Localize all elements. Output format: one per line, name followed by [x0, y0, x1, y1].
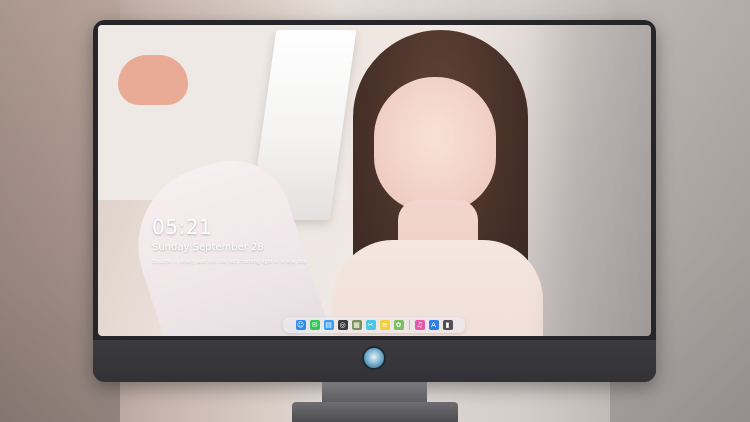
monitor-stand-neck	[322, 382, 427, 404]
lock-clock: 05:21	[152, 215, 213, 239]
monitor: 05:21 Sunday September 28 Breathe in slo…	[93, 20, 656, 382]
desktop-background: 05:21 Sunday September 28 Breathe in slo…	[0, 0, 750, 422]
screen: 05:21 Sunday September 28 Breathe in slo…	[98, 25, 651, 336]
dock: ☺ ✉ ▤ ◎ ▦ ✂ ≡ ✿ ♫ A ▮	[283, 317, 465, 333]
wallpaper-object	[118, 55, 188, 105]
dock-separator	[408, 320, 410, 330]
preview-icon[interactable]: ▦	[351, 320, 362, 330]
itunes-icon[interactable]: ♫	[414, 320, 425, 330]
clapper-icon[interactable]: ✂	[365, 320, 376, 330]
messages-icon[interactable]: ✉	[309, 320, 320, 330]
photos-icon[interactable]: ✿	[393, 320, 404, 330]
wallpaper-shadow	[528, 25, 651, 336]
folder-icon[interactable]: ▤	[323, 320, 334, 330]
lock-quote: Breathe in slowly and feel the soft morn…	[152, 259, 307, 265]
monitor-stand-base	[292, 402, 458, 422]
monitor-chin	[93, 340, 656, 382]
wallpaper-face	[374, 77, 496, 212]
trash-icon[interactable]: ▮	[442, 320, 453, 330]
safari-icon[interactable]: ◎	[337, 320, 348, 330]
finder-icon[interactable]: ☺	[295, 320, 306, 330]
lock-date: Sunday September 28	[152, 242, 264, 253]
app-store-icon[interactable]: A	[428, 320, 439, 330]
brand-logo-icon	[364, 348, 384, 368]
notes-icon[interactable]: ≡	[379, 320, 390, 330]
